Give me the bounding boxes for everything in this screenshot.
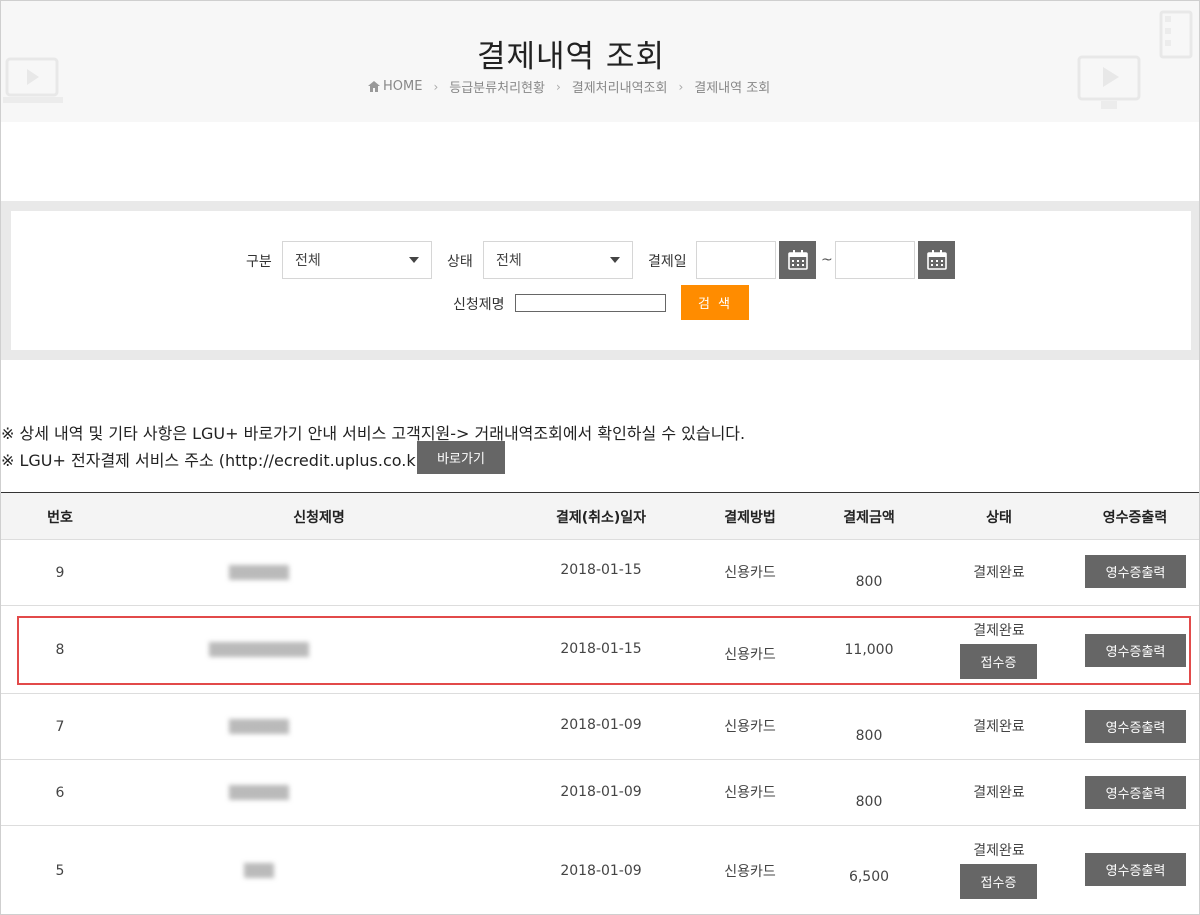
application-title-label: 신청제명: [453, 297, 505, 313]
row-number: 8: [55, 642, 65, 658]
notice-service-address-text: ※ LGU+ 전자결제 서비스 주소 (http://ecredit.uplus…: [1, 451, 429, 470]
caret-down-icon: [409, 257, 419, 263]
table-row: 9 ▒▒▒▒▒▒ 2018-01-15 신용카드 800 결제완료 영수증출력: [1, 540, 1199, 606]
row-number: 9: [55, 565, 65, 581]
row-title[interactable]: ▒▒▒▒▒▒: [169, 694, 349, 760]
film-decoration-icon: [1159, 10, 1193, 59]
row-status: 결제완료: [973, 719, 1025, 735]
breadcrumb-item-rating[interactable]: 등급분류처리현황: [449, 77, 545, 96]
search-panel: 구분 전체 상태 전체 결제일 ~ 신청제명 검 색: [1, 201, 1199, 360]
row-status: 결제완료: [973, 565, 1025, 581]
row-amount: 800: [855, 574, 883, 590]
row-number: 5: [55, 863, 65, 879]
breadcrumb: HOME › 등급분류처리현황 › 결제처리내역조회 › 결제내역 조회: [368, 77, 770, 96]
chevron-right-icon: ›: [433, 79, 439, 94]
row-date: 2018-01-09: [560, 863, 642, 879]
receipt-print-button[interactable]: 영수증출력: [1085, 710, 1186, 743]
table-row: 6 ▒▒▒▒▒▒ 2018-01-09 신용카드 800 결제완료 영수증출력: [1, 760, 1199, 826]
row-title[interactable]: ▒▒▒▒▒▒: [169, 760, 349, 826]
date-separator: ~: [821, 252, 833, 268]
status-select-value: 전체: [496, 253, 522, 269]
acceptance-receipt-button[interactable]: 접수증: [960, 864, 1037, 899]
row-status: 결제완료: [973, 785, 1025, 801]
notice-detail-text: ※ 상세 내역 및 기타 사항은 LGU+ 바로가기 안내 서비스 고객지원->…: [1, 424, 746, 443]
row-date: 2018-01-15: [560, 641, 642, 657]
acceptance-receipt-button[interactable]: 접수증: [960, 644, 1037, 679]
end-date-calendar-button[interactable]: [918, 241, 955, 279]
row-method: 신용카드: [724, 864, 776, 880]
search-button[interactable]: 검 색: [681, 285, 749, 320]
caret-down-icon: [610, 257, 620, 263]
page-frame: 결제내역 조회 HOME › 등급분류처리현황 › 결제처리내역조회 › 결제내…: [0, 0, 1200, 915]
table-row: 7 ▒▒▒▒▒▒ 2018-01-09 신용카드 800 결제완료 영수증출력: [1, 694, 1199, 760]
row-date: 2018-01-09: [560, 784, 642, 800]
category-select[interactable]: 전체: [282, 241, 432, 279]
row-amount: 11,000: [844, 642, 894, 658]
category-select-value: 전체: [295, 253, 321, 269]
status-select[interactable]: 전체: [483, 241, 633, 279]
breadcrumb-item-current: 결제내역 조회: [694, 81, 771, 96]
row-title[interactable]: ▒▒▒▒▒▒▒▒▒▒: [169, 606, 349, 694]
row-amount: 800: [855, 728, 883, 744]
row-method: 신용카드: [724, 565, 776, 581]
row-number: 6: [55, 785, 65, 801]
start-date-calendar-button[interactable]: [779, 241, 816, 279]
chevron-right-icon: ›: [555, 79, 561, 94]
go-shortcut-button[interactable]: 바로가기: [417, 441, 505, 474]
receipt-print-button[interactable]: 영수증출력: [1085, 853, 1186, 886]
row-amount: 800: [855, 794, 883, 810]
receipt-print-button[interactable]: 영수증출력: [1085, 776, 1186, 809]
page-title: 결제내역 조회: [477, 39, 665, 75]
column-header-number: 번호: [47, 509, 73, 526]
payment-date-label: 결제일: [648, 254, 687, 270]
search-form: 구분 전체 상태 전체 결제일 ~ 신청제명 검 색: [11, 211, 1191, 350]
column-header-method: 결제방법: [724, 509, 776, 526]
calendar-icon: [787, 250, 808, 270]
page-header: 결제내역 조회 HOME › 등급분류처리현황 › 결제처리내역조회 › 결제내…: [1, 1, 1199, 122]
receipt-print-button[interactable]: 영수증출력: [1085, 634, 1186, 667]
row-method: 신용카드: [724, 719, 776, 735]
row-date: 2018-01-09: [560, 717, 642, 733]
table-row: 5 ▒▒▒ 2018-01-09 신용카드 6,500 결제완료 접수증 영수증…: [1, 826, 1199, 914]
table-header: 번호 신청제명 결제(취소)일자 결제방법 결제금액 상태 영수증출력: [1, 492, 1199, 540]
category-label: 구분: [246, 254, 272, 270]
column-header-receipt: 영수증출력: [1102, 509, 1168, 526]
status-label: 상태: [447, 254, 473, 270]
column-header-status: 상태: [986, 509, 1012, 526]
table-row: 8 ▒▒▒▒▒▒▒▒▒▒ 2018-01-15 신용카드 11,000 결제완료…: [1, 606, 1199, 694]
end-date-input[interactable]: [835, 241, 915, 279]
column-header-date: 결제(취소)일자: [555, 509, 647, 526]
row-number: 7: [55, 719, 65, 735]
application-title-input[interactable]: [515, 294, 666, 312]
home-icon: [368, 81, 380, 92]
row-title[interactable]: ▒▒▒▒▒▒: [169, 540, 349, 606]
row-amount: 6,500: [848, 869, 890, 885]
row-title[interactable]: ▒▒▒: [169, 826, 349, 914]
calendar-icon: [926, 250, 947, 270]
row-date: 2018-01-15: [560, 562, 642, 578]
breadcrumb-home-link[interactable]: HOME: [383, 79, 422, 94]
start-date-input[interactable]: [696, 241, 776, 279]
row-status: 결제완료: [973, 843, 1025, 859]
row-method: 신용카드: [724, 785, 776, 801]
chevron-right-icon: ›: [678, 79, 684, 94]
column-header-amount: 결제금액: [843, 509, 895, 526]
row-status: 결제완료: [973, 623, 1025, 639]
row-method: 신용카드: [724, 647, 776, 663]
receipt-print-button[interactable]: 영수증출력: [1085, 555, 1186, 588]
column-header-title: 신청제명: [293, 509, 345, 526]
breadcrumb-item-payment-history[interactable]: 결제처리내역조회: [572, 77, 668, 96]
